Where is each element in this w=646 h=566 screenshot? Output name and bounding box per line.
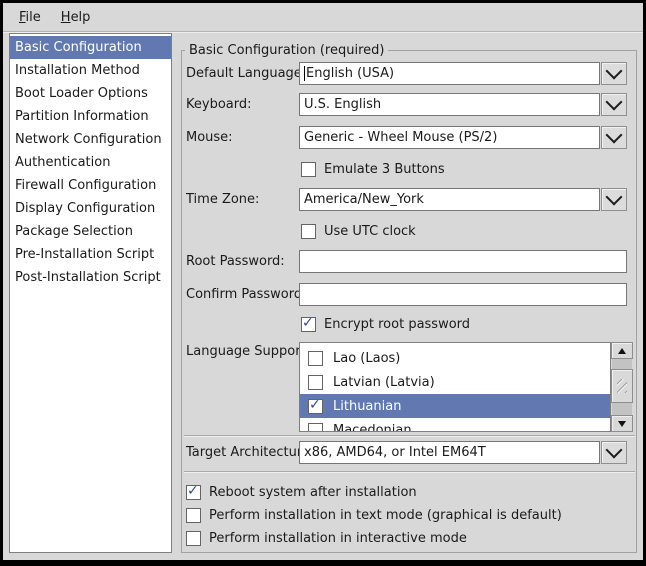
menu-help[interactable]: Help — [51, 5, 101, 30]
category-list: Basic Configuration Installation Method … — [9, 33, 172, 553]
target-architecture-entry[interactable]: x86, AMD64, or Intel EM64T — [299, 441, 600, 464]
language-support-label: Language Support: — [186, 344, 310, 359]
default-language-entry[interactable]: English (USA) — [299, 62, 600, 85]
chevron-down-icon — [606, 441, 623, 458]
target-architecture-label: Target Architecture: — [186, 445, 314, 460]
text-mode-label: Perform installation in text mode (graph… — [209, 508, 562, 523]
keyboard-label: Keyboard: — [186, 97, 252, 112]
language-latvian-label: Latvian (Latvia) — [333, 375, 435, 390]
chevron-down-icon — [606, 188, 623, 205]
menubar: File Help — [3, 3, 643, 32]
sidebar-item-pre-installation-script[interactable]: Pre-Installation Script — [10, 243, 171, 266]
reboot-after-install-checkbox[interactable] — [186, 485, 201, 500]
language-item-macedonian[interactable]: Macedonian — [300, 418, 610, 432]
encrypt-root-password-checkbox-row[interactable]: Encrypt root password — [301, 316, 470, 332]
confirm-password-label: Confirm Password: — [186, 287, 306, 302]
root-password-field[interactable] — [299, 250, 627, 273]
reboot-after-install-checkbox-row[interactable]: Reboot system after installation — [186, 484, 417, 500]
language-item-lithuanian[interactable]: Lithuanian — [300, 394, 610, 418]
language-lao-checkbox[interactable] — [308, 351, 323, 366]
chevron-down-icon — [606, 126, 623, 143]
sidebar-item-authentication[interactable]: Authentication — [10, 151, 171, 174]
keyboard-entry[interactable]: U.S. English — [299, 93, 600, 116]
language-lao-label: Lao (Laos) — [333, 351, 400, 366]
sidebar-item-boot-loader-options[interactable]: Boot Loader Options — [10, 82, 171, 105]
target-architecture-combo: x86, AMD64, or Intel EM64T — [299, 441, 627, 464]
mouse-label: Mouse: — [186, 130, 233, 145]
arrow-down-icon — [618, 421, 626, 427]
frame-title: Basic Configuration (required) — [185, 43, 388, 58]
scroll-down-button[interactable] — [611, 415, 633, 432]
sidebar-item-installation-method[interactable]: Installation Method — [10, 59, 171, 82]
menu-file[interactable]: File — [9, 5, 51, 30]
interactive-mode-checkbox[interactable] — [186, 531, 201, 546]
language-item-lao[interactable]: Lao (Laos) — [300, 346, 610, 370]
interactive-mode-checkbox-row[interactable]: Perform installation in interactive mode — [186, 530, 467, 546]
kickstart-configurator-window: File Help Basic Configuration Installati… — [3, 3, 643, 560]
sidebar-item-basic-configuration[interactable]: Basic Configuration — [10, 36, 171, 59]
root-password-label: Root Password: — [186, 254, 285, 269]
keyboard-value: U.S. English — [304, 97, 381, 112]
time-zone-value: America/New_York — [304, 192, 424, 207]
emulate-3-buttons-label: Emulate 3 Buttons — [324, 162, 445, 177]
sidebar-item-display-configuration[interactable]: Display Configuration — [10, 197, 171, 220]
language-lithuanian-label: Lithuanian — [333, 399, 401, 414]
text-caret — [304, 66, 305, 81]
mouse-combo: Generic - Wheel Mouse (PS/2) — [299, 126, 627, 149]
time-zone-label: Time Zone: — [186, 192, 259, 207]
arrow-up-icon — [618, 348, 626, 354]
mouse-entry[interactable]: Generic - Wheel Mouse (PS/2) — [299, 126, 600, 149]
use-utc-checkbox-row[interactable]: Use UTC clock — [301, 223, 416, 239]
chevron-down-icon — [606, 62, 623, 79]
language-macedonian-label: Macedonian — [333, 423, 412, 433]
keyboard-combo: U.S. English — [299, 93, 627, 116]
language-macedonian-checkbox[interactable] — [308, 423, 323, 433]
language-support-list: Lao (Laos) Latvian (Latvia) Lithuanian M… — [299, 342, 611, 432]
scrollbar-thumb[interactable] — [611, 369, 633, 403]
sidebar-item-partition-information[interactable]: Partition Information — [10, 105, 171, 128]
reboot-after-install-label: Reboot system after installation — [209, 485, 417, 500]
time-zone-entry[interactable]: America/New_York — [299, 188, 600, 211]
time-zone-combo: America/New_York — [299, 188, 627, 211]
interactive-mode-label: Perform installation in interactive mode — [209, 531, 467, 546]
default-language-label: Default Language: — [186, 66, 306, 81]
sidebar-item-post-installation-script[interactable]: Post-Installation Script — [10, 266, 171, 289]
text-mode-checkbox[interactable] — [186, 508, 201, 523]
confirm-password-field[interactable] — [299, 283, 627, 306]
language-latvian-checkbox[interactable] — [308, 375, 323, 390]
target-architecture-dropdown-button[interactable] — [601, 441, 627, 464]
sidebar-item-firewall-configuration[interactable]: Firewall Configuration — [10, 174, 171, 197]
encrypt-root-password-label: Encrypt root password — [324, 317, 470, 332]
use-utc-checkbox[interactable] — [301, 224, 316, 239]
scroll-up-button[interactable] — [611, 342, 633, 359]
emulate-3-buttons-checkbox[interactable] — [301, 162, 316, 177]
sidebar-item-network-configuration[interactable]: Network Configuration — [10, 128, 171, 151]
default-language-dropdown-button[interactable] — [601, 62, 627, 85]
time-zone-dropdown-button[interactable] — [601, 188, 627, 211]
sidebar-item-package-selection[interactable]: Package Selection — [10, 220, 171, 243]
encrypt-root-password-checkbox[interactable] — [301, 317, 316, 332]
emulate-3-buttons-checkbox-row[interactable]: Emulate 3 Buttons — [301, 161, 445, 177]
default-language-combo: English (USA) — [299, 62, 627, 85]
separator — [184, 435, 635, 437]
separator — [184, 471, 635, 473]
language-item-latvian[interactable]: Latvian (Latvia) — [300, 370, 610, 394]
mouse-value: Generic - Wheel Mouse (PS/2) — [304, 130, 497, 145]
default-language-value: English (USA) — [306, 66, 394, 81]
mouse-dropdown-button[interactable] — [601, 126, 627, 149]
language-lithuanian-checkbox[interactable] — [308, 399, 323, 414]
keyboard-dropdown-button[interactable] — [601, 93, 627, 116]
use-utc-label: Use UTC clock — [324, 224, 416, 239]
target-architecture-value: x86, AMD64, or Intel EM64T — [304, 445, 486, 460]
chevron-down-icon — [606, 93, 623, 110]
language-list-scrollbar — [611, 342, 633, 432]
text-mode-checkbox-row[interactable]: Perform installation in text mode (graph… — [186, 507, 562, 523]
